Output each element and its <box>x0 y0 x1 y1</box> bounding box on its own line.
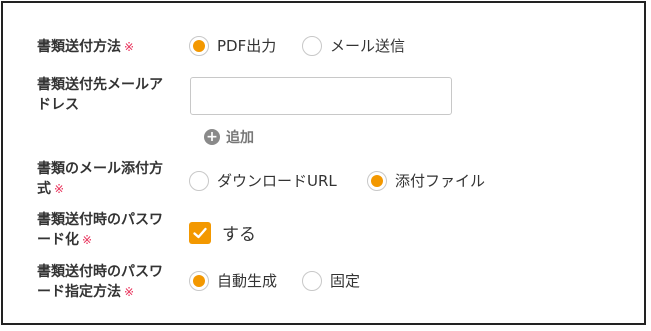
delivery-method-label-text: 書類送付方法 <box>37 39 121 55</box>
radio-auto-generate[interactable]: 自動生成 <box>189 270 277 291</box>
checkmark-icon <box>193 227 207 238</box>
email-address-label-line1: 書類送付先メールア <box>37 77 163 93</box>
radio-attached-file-label: 添付ファイル <box>395 172 486 190</box>
radio-email-send-label: メール送信 <box>330 37 406 55</box>
required-mark: ※ <box>54 182 65 196</box>
radio-selected-dot <box>193 274 205 287</box>
radio-attached-file[interactable]: 添付ファイル <box>367 170 485 191</box>
password-protect-label-line2: ード化 <box>37 232 79 248</box>
radio-download-url[interactable]: ダウンロードURL <box>189 170 337 191</box>
password-method-label-line1: 書類送付時のパスワ <box>37 264 163 280</box>
radio-button[interactable] <box>302 270 322 291</box>
attachment-method-label: 書類のメール添付方 式 ※ <box>37 159 177 199</box>
password-protect-label-line1: 書類送付時のパスワ <box>37 212 163 228</box>
radio-selected-dot <box>371 174 383 187</box>
radio-button[interactable] <box>189 170 209 191</box>
radio-button[interactable] <box>189 270 209 291</box>
radio-selected-dot <box>193 39 205 52</box>
settings-form: 書類送付方法 ※ PDF出力 メール送信 書類送付先メールア ドレス + 追加 書… <box>1 1 646 325</box>
password-protect-checkbox-label: する <box>222 225 256 245</box>
attachment-method-label-line1: 書類のメール添付方 <box>37 161 163 177</box>
radio-button[interactable] <box>367 170 387 191</box>
plus-circle-icon: + <box>204 129 220 145</box>
radio-email-send[interactable]: メール送信 <box>302 35 405 56</box>
password-protect-label: 書類送付時のパスワ ード化 ※ <box>37 210 177 250</box>
checkbox[interactable] <box>189 221 211 244</box>
email-address-label: 書類送付先メールア ドレス <box>37 75 177 115</box>
attachment-method-label-line2: 式 <box>37 181 51 197</box>
email-address-label-line2: ドレス <box>37 97 79 113</box>
password-protect-checkbox[interactable]: する <box>189 220 256 245</box>
radio-auto-generate-label: 自動生成 <box>217 272 278 290</box>
add-email-button[interactable]: + 追加 <box>204 127 254 147</box>
radio-button[interactable] <box>189 35 209 56</box>
password-method-label-line2: ード指定方法 <box>37 284 121 300</box>
password-method-label: 書類送付時のパスワ ード指定方法 ※ <box>37 262 177 302</box>
radio-button[interactable] <box>302 35 322 56</box>
add-email-label: 追加 <box>226 130 254 146</box>
radio-pdf-output[interactable]: PDF出力 <box>189 35 276 56</box>
radio-fixed[interactable]: 固定 <box>302 270 360 291</box>
radio-fixed-label: 固定 <box>330 272 361 290</box>
required-mark: ※ <box>124 40 135 54</box>
required-mark: ※ <box>82 233 93 247</box>
email-address-input[interactable] <box>190 77 452 115</box>
radio-download-url-label: ダウンロードURL <box>217 172 337 190</box>
delivery-method-label: 書類送付方法 ※ <box>37 37 177 57</box>
required-mark: ※ <box>124 285 135 299</box>
radio-pdf-output-label: PDF出力 <box>217 37 277 55</box>
